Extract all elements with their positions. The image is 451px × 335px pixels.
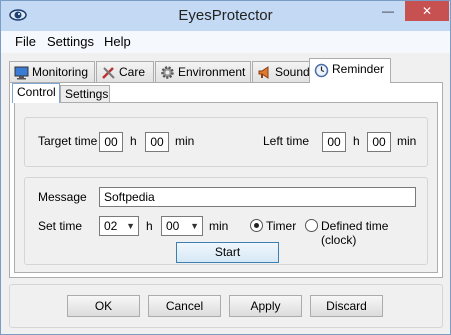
tab-reminder[interactable]: Reminder: [309, 58, 391, 83]
target-minutes-field[interactable]: 00: [145, 132, 169, 152]
defined-time-radio-label[interactable]: Defined time (clock): [321, 219, 427, 247]
tools-icon: [101, 65, 116, 80]
title-bar[interactable]: EyesProtector — ✕: [1, 1, 450, 31]
megaphone-icon: [257, 65, 272, 80]
set-hours-select[interactable]: 02 ▼: [99, 216, 139, 236]
target-hours-field[interactable]: 00: [99, 132, 123, 152]
tab-label: Care: [119, 65, 146, 79]
close-icon: ✕: [421, 4, 433, 18]
message-label: Message: [38, 190, 87, 204]
target-minutes-unit: min: [175, 134, 195, 148]
menu-file[interactable]: File: [15, 34, 36, 49]
menu-bar: File Settings Help: [1, 31, 450, 53]
tab-sound[interactable]: Sound: [252, 61, 313, 82]
minimize-icon: —: [382, 4, 394, 18]
tab-monitoring[interactable]: Monitoring: [9, 61, 95, 82]
target-time-label: Target time: [38, 134, 98, 148]
tab-label: Environment: [178, 65, 246, 79]
set-hours-value: 02: [104, 219, 118, 233]
apply-button[interactable]: Apply: [229, 295, 302, 317]
subtab-settings[interactable]: Settings: [60, 85, 110, 103]
set-minutes-unit: min: [209, 219, 229, 233]
tab-care[interactable]: Care: [96, 61, 154, 82]
chevron-down-icon: ▼: [190, 221, 199, 231]
set-hours-unit: h: [146, 219, 153, 233]
cancel-button[interactable]: Cancel: [148, 295, 221, 317]
defined-time-radio[interactable]: [305, 219, 318, 232]
time-status-group: Target time 00 h 00 min Left time 00 h 0…: [24, 117, 428, 167]
timer-radio-label[interactable]: Timer: [266, 219, 296, 233]
tab-label: Reminder: [332, 62, 385, 76]
reminder-setup-group: Message Softpedia Set time 02 ▼ h 00 ▼ m…: [24, 177, 428, 265]
close-button[interactable]: ✕: [405, 1, 449, 21]
left-hours-unit: h: [353, 134, 360, 148]
target-hours-unit: h: [130, 134, 137, 148]
minimize-button[interactable]: —: [375, 1, 401, 21]
gear-icon: [160, 65, 175, 80]
clock-icon: [314, 63, 329, 78]
message-input[interactable]: Softpedia: [99, 187, 416, 207]
app-window: EyesProtector — ✕ File Settings Help Mon…: [0, 0, 451, 335]
dialog-button-bar: OK Cancel Apply Discard: [9, 284, 443, 328]
menu-settings[interactable]: Settings: [47, 34, 94, 49]
left-hours-field: 00: [322, 132, 346, 152]
left-time-label: Left time: [263, 134, 310, 148]
tab-label: Sound: [275, 65, 310, 79]
menu-help[interactable]: Help: [104, 34, 131, 49]
tab-environment[interactable]: Environment: [155, 61, 251, 82]
tab-label: Monitoring: [32, 65, 89, 79]
control-panel: Target time 00 h 00 min Left time 00 h 0…: [14, 102, 438, 273]
ok-button[interactable]: OK: [67, 295, 140, 317]
subtab-control[interactable]: Control: [12, 83, 60, 103]
chevron-down-icon: ▼: [126, 221, 135, 231]
set-minutes-value: 00: [166, 219, 180, 233]
left-minutes-unit: min: [397, 134, 417, 148]
set-time-label: Set time: [38, 219, 83, 233]
timer-radio[interactable]: [250, 219, 263, 232]
left-minutes-field: 00: [367, 132, 391, 152]
monitor-icon: [14, 65, 29, 80]
start-button[interactable]: Start: [176, 242, 279, 263]
set-minutes-select[interactable]: 00 ▼: [161, 216, 203, 236]
discard-button[interactable]: Discard: [310, 295, 383, 317]
reminder-panel: Control Settings Target time 00 h 00 min…: [9, 82, 443, 278]
